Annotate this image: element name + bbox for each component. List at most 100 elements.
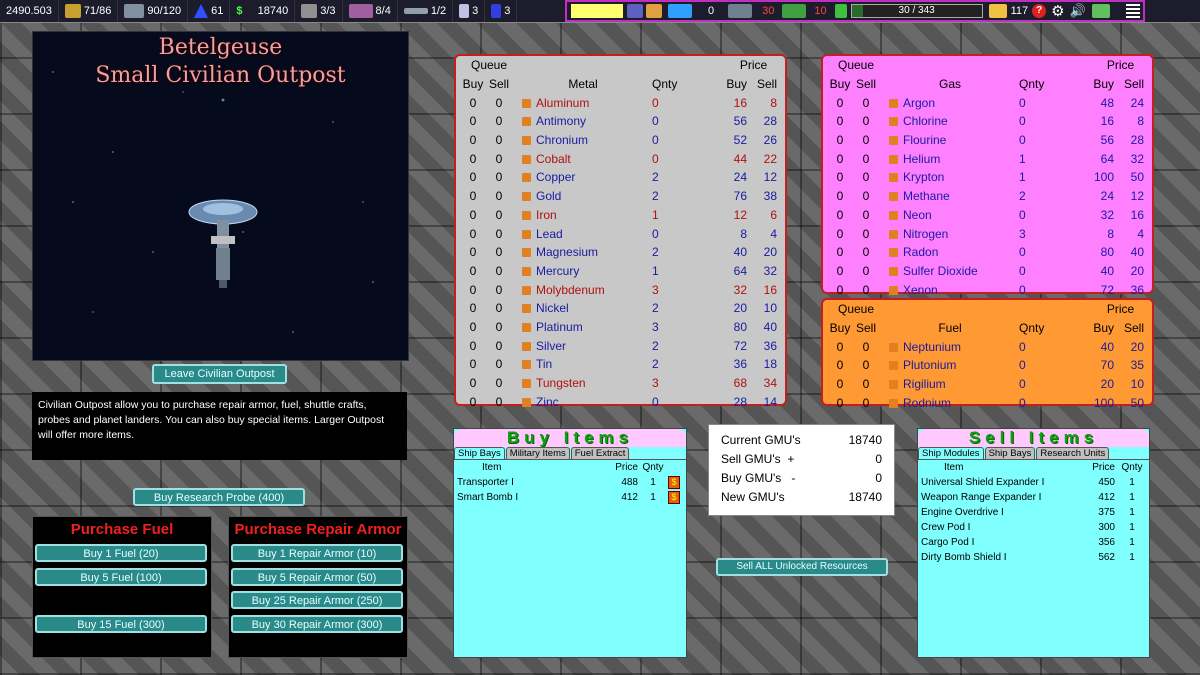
metal-row-antimony[interactable]: 0 0 Antimony 0 56 28 [456, 112, 785, 131]
queue-buy[interactable]: 0 [456, 299, 484, 318]
tab-ship-bays[interactable]: Ship Bays [984, 447, 1036, 459]
unlock-icon[interactable] [889, 342, 898, 352]
queue-sell[interactable]: 0 [851, 187, 881, 206]
queue-sell[interactable]: 0 [851, 149, 881, 168]
unlock-icon[interactable] [522, 285, 531, 295]
unlock-icon[interactable] [522, 304, 531, 314]
queue-buy[interactable]: 0 [456, 392, 484, 411]
queue-sell[interactable]: 0 [484, 206, 514, 225]
gas-row-flourine[interactable]: 0 0 Flourine 0 56 28 [823, 131, 1152, 150]
metal-row-silver[interactable]: 0 0 Silver 2 72 36 [456, 336, 785, 355]
unlock-icon[interactable] [889, 173, 898, 183]
unlock-icon[interactable] [522, 322, 531, 332]
queue-buy[interactable]: 0 [456, 206, 484, 225]
metal-row-tin[interactable]: 0 0 Tin 2 36 18 [456, 355, 785, 374]
unlock-icon[interactable] [889, 98, 898, 108]
unlock-icon[interactable] [889, 266, 898, 276]
queue-buy[interactable]: 0 [456, 93, 484, 112]
metal-row-tungsten[interactable]: 0 0 Tungsten 3 68 34 [456, 374, 785, 393]
unlock-icon[interactable] [522, 173, 531, 183]
add-crew-icon[interactable] [668, 4, 692, 18]
metal-row-cobalt[interactable]: 0 0 Cobalt 0 44 22 [456, 149, 785, 168]
queue-buy[interactable]: 0 [456, 187, 484, 206]
unlock-icon[interactable] [889, 154, 898, 164]
fuel-row-plutonium[interactable]: 0 0 Plutonium 0 70 35 [823, 356, 1152, 375]
queue-buy[interactable]: 0 [456, 336, 484, 355]
queue-sell[interactable]: 0 [484, 392, 514, 411]
gamepad-icon[interactable] [1091, 4, 1110, 18]
queue-buy[interactable]: 0 [456, 131, 484, 150]
queue-sell[interactable]: 0 [484, 243, 514, 262]
queue-sell[interactable]: 0 [851, 112, 881, 131]
unlock-icon[interactable] [889, 136, 898, 146]
unlock-icon[interactable] [522, 117, 531, 127]
queue-sell[interactable]: 0 [851, 93, 881, 112]
queue-sell[interactable]: 0 [851, 280, 881, 299]
metal-row-gold[interactable]: 0 0 Gold 2 76 38 [456, 187, 785, 206]
metal-row-copper[interactable]: 0 0 Copper 2 24 12 [456, 168, 785, 187]
queue-sell[interactable]: 0 [484, 112, 514, 131]
metal-row-molybdenum[interactable]: 0 0 Molybdenum 3 32 16 [456, 280, 785, 299]
leave-outpost-button[interactable]: Leave Civilian Outpost [152, 364, 287, 384]
tab-research-units[interactable]: Research Units [1036, 447, 1110, 459]
unlock-icon[interactable] [522, 397, 531, 407]
queue-buy[interactable]: 0 [823, 112, 851, 131]
buy-15-fuel-button[interactable]: Buy 15 Fuel (300) [35, 615, 207, 633]
buy-5-armor-button[interactable]: Buy 5 Repair Armor (50) [231, 568, 403, 586]
queue-sell[interactable]: 0 [484, 262, 514, 281]
unlock-icon[interactable] [889, 210, 898, 220]
metal-row-platinum[interactable]: 0 0 Platinum 3 80 40 [456, 318, 785, 337]
buy-1-armor-button[interactable]: Buy 1 Repair Armor (10) [231, 544, 403, 562]
unlock-icon[interactable] [889, 248, 898, 258]
buy-30-armor-button[interactable]: Buy 30 Repair Armor (300) [231, 615, 403, 633]
gas-row-argon[interactable]: 0 0 Argon 0 48 24 [823, 93, 1152, 112]
unlock-icon[interactable] [522, 360, 531, 370]
message-box[interactable] [571, 4, 623, 18]
buy-1-fuel-button[interactable]: Buy 1 Fuel (20) [35, 544, 207, 562]
metal-row-mercury[interactable]: 0 0 Mercury 1 64 32 [456, 262, 785, 281]
queue-sell[interactable]: 0 [484, 168, 514, 187]
buy-dollar-icon[interactable]: $ [668, 476, 680, 489]
gas-row-neon[interactable]: 0 0 Neon 0 32 16 [823, 206, 1152, 225]
queue-buy[interactable]: 0 [823, 356, 851, 375]
queue-buy[interactable]: 0 [823, 243, 851, 262]
unlock-icon[interactable] [889, 192, 898, 202]
gas-row-helium[interactable]: 0 0 Helium 1 64 32 [823, 149, 1152, 168]
queue-buy[interactable]: 0 [456, 374, 484, 393]
unlock-icon[interactable] [889, 361, 898, 371]
queue-sell[interactable]: 0 [851, 393, 881, 412]
tab-ship-modules[interactable]: Ship Modules [918, 447, 984, 459]
queue-sell[interactable]: 0 [851, 224, 881, 243]
table-row[interactable]: Crew Pod I 300 1 [918, 520, 1149, 535]
metal-row-chronium[interactable]: 0 0 Chronium 0 52 26 [456, 131, 785, 150]
queue-buy[interactable]: 0 [823, 337, 851, 356]
unlock-icon[interactable] [522, 248, 531, 258]
menu-icon[interactable] [1126, 4, 1140, 18]
unlock-icon[interactable] [889, 117, 898, 127]
queue-buy[interactable]: 0 [456, 243, 484, 262]
fleet-icon[interactable] [728, 4, 753, 18]
gear-icon[interactable]: ⚙ [1051, 2, 1064, 20]
gas-row-xenon[interactable]: 0 0 Xenon 0 72 36 [823, 280, 1152, 299]
unlock-icon[interactable] [889, 229, 898, 239]
queue-sell[interactable]: 0 [851, 337, 881, 356]
queue-sell[interactable]: 0 [851, 375, 881, 394]
table-row[interactable]: Weapon Range Expander I 412 1 [918, 490, 1149, 505]
tab-ship-bays[interactable]: Ship Bays [454, 447, 505, 459]
metal-row-nickel[interactable]: 0 0 Nickel 2 20 10 [456, 299, 785, 318]
metal-row-magnesium[interactable]: 0 0 Magnesium 2 40 20 [456, 243, 785, 262]
tab-military-items[interactable]: Military Items [505, 447, 570, 459]
queue-sell[interactable]: 0 [851, 356, 881, 375]
queue-buy[interactable]: 0 [823, 262, 851, 281]
queue-sell[interactable]: 0 [484, 299, 514, 318]
gas-row-radon[interactable]: 0 0 Radon 0 80 40 [823, 243, 1152, 262]
queue-sell[interactable]: 0 [484, 318, 514, 337]
queue-sell[interactable]: 0 [851, 131, 881, 150]
speaker-icon[interactable]: 🔊 [1070, 3, 1086, 19]
metal-row-iron[interactable]: 0 0 Iron 1 12 6 [456, 206, 785, 225]
queue-sell[interactable]: 0 [484, 374, 514, 393]
table-row[interactable]: Universal Shield Expander I 450 1 [918, 475, 1149, 490]
help-icon[interactable]: ? [1032, 4, 1047, 18]
table-row[interactable]: Dirty Bomb Shield I 562 1 [918, 550, 1149, 565]
unlock-icon[interactable] [522, 192, 531, 202]
